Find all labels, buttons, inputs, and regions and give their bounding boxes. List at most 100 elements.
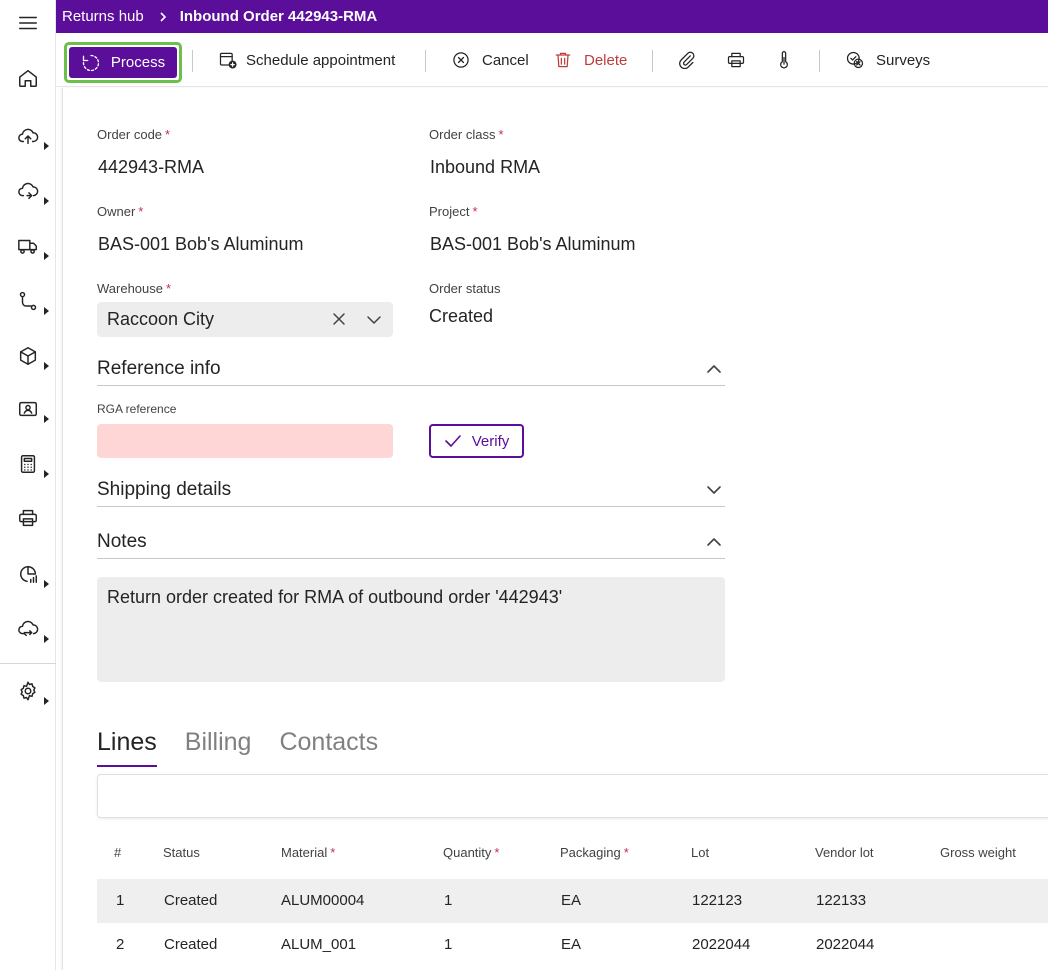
warehouse-selected-value: Raccoon City <box>107 309 215 329</box>
cell-status: Created <box>164 936 218 953</box>
calculator-icon <box>20 455 36 473</box>
chevron-down-icon[interactable] <box>365 311 383 329</box>
submenu-caret-icon <box>44 635 49 643</box>
rga-reference-input[interactable] <box>97 424 393 458</box>
cell-status: Created <box>164 892 218 909</box>
hamburger-icon <box>19 16 37 30</box>
column-header-quantity[interactable]: Quantity * <box>443 845 499 860</box>
schedule-appointment-button[interactable]: Schedule appointment <box>218 43 395 77</box>
cell-num: 2 <box>116 936 125 953</box>
trash-icon <box>555 52 571 68</box>
order-status-value: Created <box>429 306 494 326</box>
temperature-button[interactable] <box>774 43 794 77</box>
order-class-label: Order class * <box>429 127 504 142</box>
process-spinner-icon <box>82 54 100 71</box>
column-header-num[interactable]: # <box>114 845 121 860</box>
chevron-down-icon <box>705 481 723 499</box>
submenu-caret-icon <box>44 307 49 315</box>
submenu-caret-icon <box>44 415 49 423</box>
rail-item-home[interactable] <box>0 58 56 98</box>
rga-reference-label: RGA reference <box>97 402 177 416</box>
cell-num: 1 <box>116 892 125 909</box>
cloud-upload-icon <box>18 128 39 145</box>
left-nav-rail <box>0 0 56 970</box>
rail-item-box[interactable] <box>0 336 56 376</box>
rail-item-upload[interactable] <box>0 116 56 156</box>
column-header-material[interactable]: Material * <box>281 845 335 860</box>
rail-item-contact[interactable] <box>0 389 56 429</box>
submenu-caret-icon <box>44 197 49 205</box>
rail-item-settings[interactable] <box>0 671 56 711</box>
table-row[interactable]: 1 Created ALUM00004 1 EA 122123 122133 <box>97 879 1048 923</box>
cell-quantity: 1 <box>444 892 453 909</box>
rail-item-cloud-transfer[interactable] <box>0 609 56 649</box>
order-status-label: Order status <box>429 281 501 296</box>
cancel-button[interactable]: Cancel <box>451 43 529 77</box>
shipping-details-header[interactable]: Shipping details <box>97 477 725 507</box>
shipping-details-title: Shipping details <box>97 479 232 500</box>
column-header-packaging[interactable]: Packaging * <box>560 845 629 860</box>
gear-icon <box>20 681 36 701</box>
verify-label: Verify <box>471 432 510 450</box>
notes-textarea[interactable]: Return order created for RMA of outbound… <box>97 577 725 682</box>
table-row[interactable]: 2 Created ALUM_001 1 EA 2022044 2022044 <box>97 923 1048 967</box>
rail-item-printer[interactable] <box>0 498 56 538</box>
cell-lot: 2022044 <box>692 936 751 953</box>
order-class-value: Inbound RMA <box>430 157 541 177</box>
surveys-button[interactable]: Surveys <box>845 43 930 77</box>
tab-billing[interactable]: Billing <box>185 728 252 764</box>
tab-lines[interactable]: Lines <box>97 728 157 767</box>
attach-button[interactable] <box>677 43 697 77</box>
cell-material: ALUM00004 <box>281 892 365 909</box>
rail-item-cloud-sync[interactable] <box>0 171 56 211</box>
notes-header[interactable]: Notes <box>97 529 725 559</box>
rail-item-analytics[interactable] <box>0 554 56 594</box>
home-icon <box>19 69 37 87</box>
column-header-status[interactable]: Status <box>163 845 200 860</box>
column-header-gross-weight[interactable]: Gross weight <box>940 845 1016 860</box>
verify-button[interactable]: Verify <box>429 424 524 458</box>
tab-contacts[interactable]: Contacts <box>279 728 378 764</box>
submenu-caret-icon <box>44 142 49 150</box>
rail-item-calculator[interactable] <box>0 444 56 484</box>
reference-info-title: Reference info <box>97 358 221 379</box>
breadcrumb-returns-hub[interactable]: Returns hub <box>62 8 144 25</box>
schedule-appointment-label: Schedule appointment <box>246 51 396 69</box>
cube-icon <box>19 347 37 365</box>
column-header-vendor-lot[interactable]: Vendor lot <box>815 845 874 860</box>
reference-info-header[interactable]: Reference info <box>97 356 725 386</box>
chevron-up-icon <box>705 533 723 551</box>
lines-filter-bar[interactable] <box>97 774 1048 818</box>
submenu-caret-icon <box>44 252 49 260</box>
project-value: BAS-001 Bob's Aluminum <box>430 234 636 254</box>
print-button[interactable] <box>726 43 746 77</box>
toolbar-divider <box>819 50 820 72</box>
printer-icon <box>727 52 745 68</box>
toolbar-divider <box>425 50 426 72</box>
process-label: Process <box>110 54 166 71</box>
submenu-caret-icon <box>44 580 49 588</box>
warehouse-label: Warehouse * <box>97 281 172 296</box>
calendar-add-icon <box>219 52 237 69</box>
delete-label: Delete <box>584 51 628 69</box>
cloud-transfer-icon <box>18 620 39 637</box>
delete-button[interactable]: Delete <box>553 43 627 77</box>
toolbar-divider <box>192 50 193 72</box>
owner-value: BAS-001 Bob's Aluminum <box>98 234 304 254</box>
process-button[interactable]: Process <box>64 42 182 83</box>
chevron-right-icon <box>158 11 168 22</box>
cell-vendor-lot: 2022044 <box>816 936 875 953</box>
clear-icon[interactable] <box>331 311 347 327</box>
warehouse-select[interactable]: Raccoon City <box>97 302 393 337</box>
rail-item-flow[interactable] <box>0 281 56 321</box>
rail-divider <box>0 663 56 664</box>
column-header-lot[interactable]: Lot <box>691 845 709 860</box>
hamburger-menu-button[interactable] <box>0 3 56 43</box>
rail-item-truck[interactable] <box>0 226 56 266</box>
submenu-caret-icon <box>44 362 49 370</box>
command-toolbar: Process Schedule appointment Cancel Dele… <box>56 33 1048 87</box>
cell-packaging: EA <box>561 892 582 909</box>
notes-title: Notes <box>97 531 147 552</box>
contact-card-icon <box>19 401 37 417</box>
project-label: Project * <box>429 204 478 219</box>
